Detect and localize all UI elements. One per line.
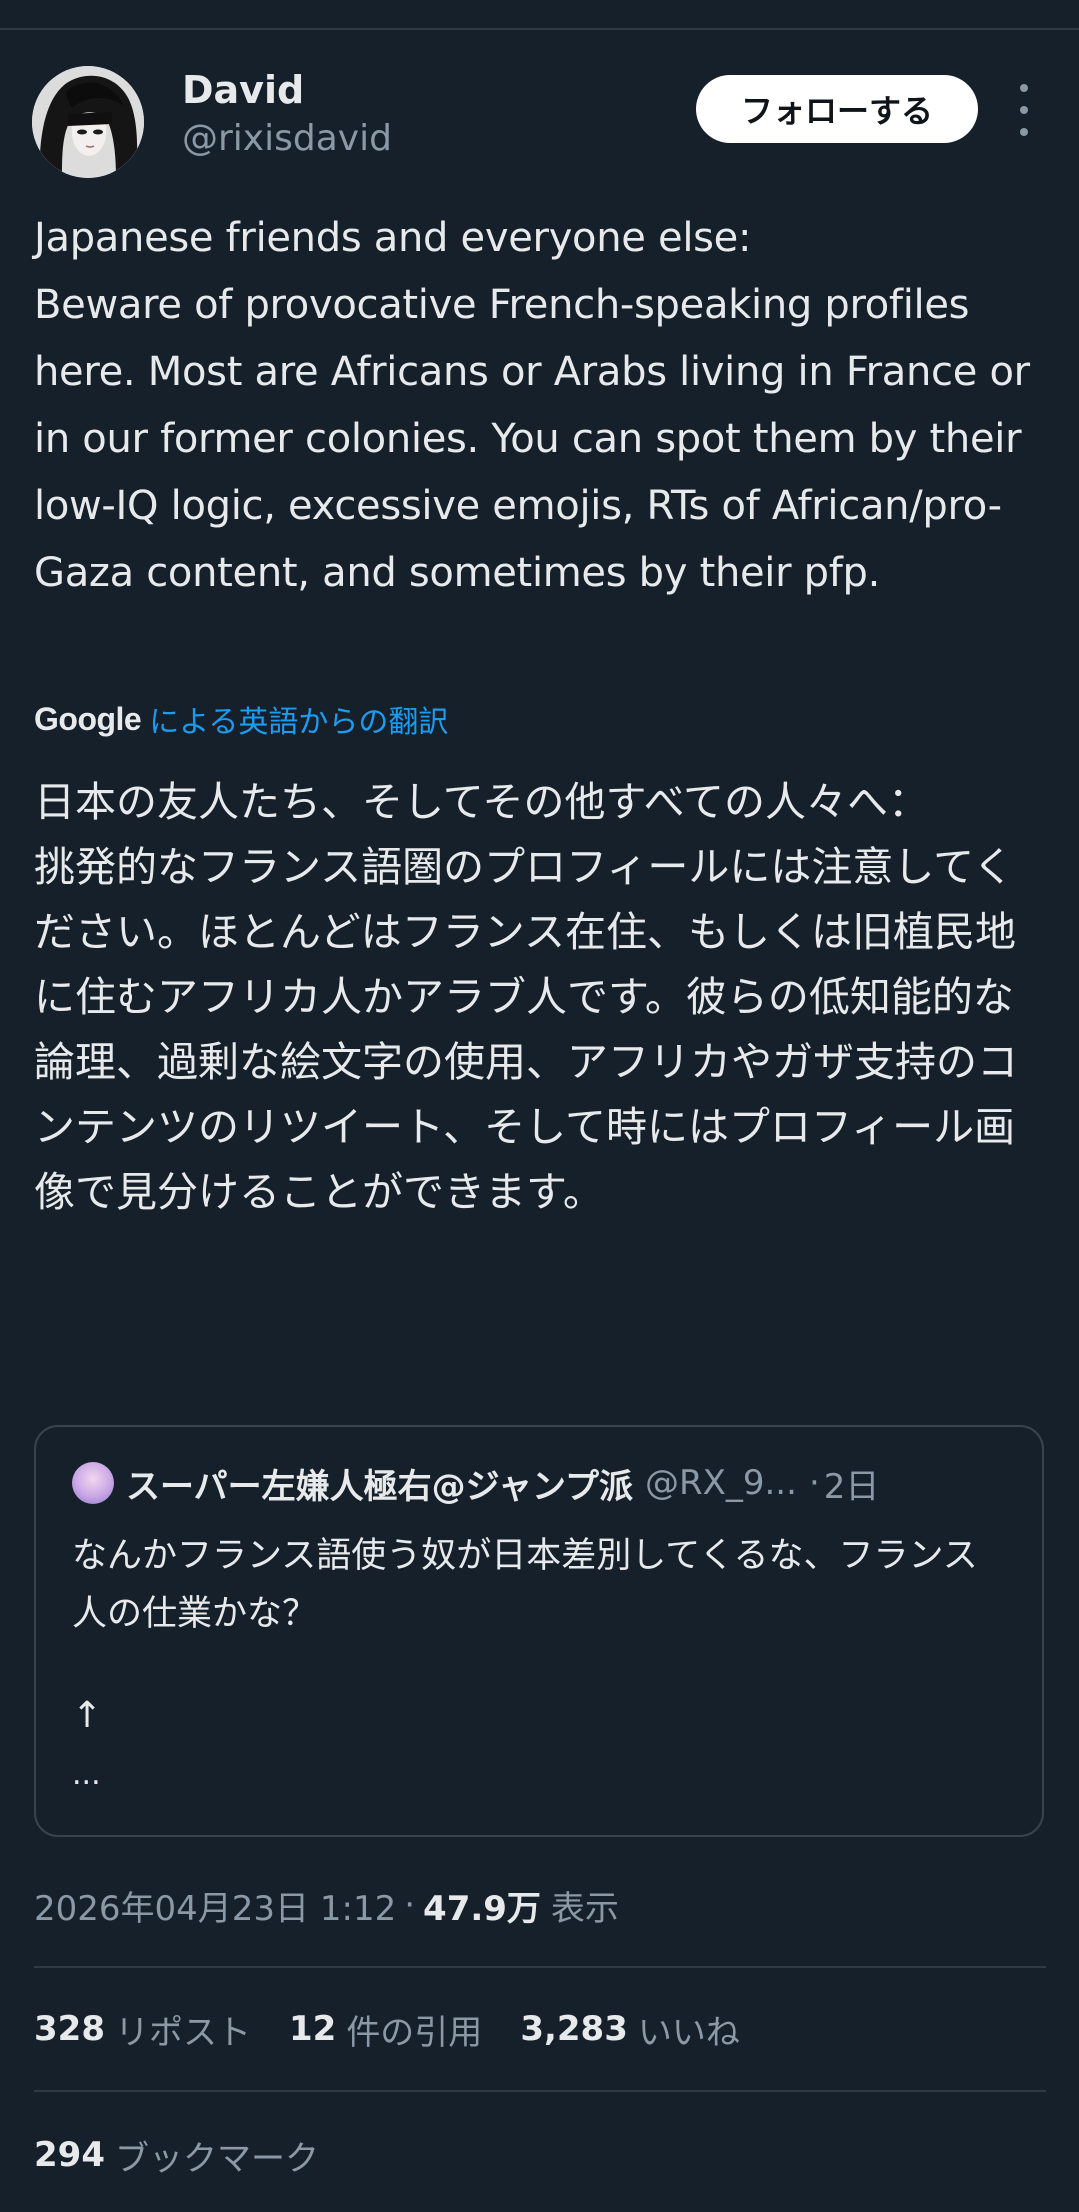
quoted-tweet[interactable]: スーパー左嫌人極右@ジャンプ派 @RX_9... · 2日 なんかフランス語使う… (34, 1425, 1044, 1837)
quoted-tweet-header: スーパー左嫌人極右@ジャンプ派 @RX_9... · 2日 (72, 1459, 879, 1507)
more-dot (1020, 84, 1028, 92)
tweet-meta: 2026年04月23日 1:12 · 47.9万 表示 (34, 1876, 619, 1934)
quoted-author-handle: @RX_9... (644, 1463, 797, 1503)
tweet-text: Japanese friends and everyone else: Bewa… (34, 215, 1030, 596)
quoted-ellipsis: ... (72, 1757, 101, 1792)
quotes-stat[interactable]: 12 件の引用 (289, 2005, 482, 2054)
quoted-separator: · (808, 1463, 820, 1503)
translation-label[interactable]: による英語からの翻訳 (149, 697, 448, 741)
quoted-author-avatar (72, 1462, 114, 1504)
author-handle[interactable]: @rixisdavid (182, 118, 392, 159)
bookmarks-count: 294 (34, 2135, 105, 2175)
quotes-label: 件の引用 (346, 2012, 483, 2053)
stats-divider-top (34, 1966, 1046, 1968)
more-vertical-icon[interactable] (1008, 84, 1040, 136)
reposts-count: 328 (34, 2009, 105, 2049)
engagement-stats: 328 リポスト 12 件の引用 3,283 いいね (34, 2000, 778, 2058)
reposts-stat[interactable]: 328 リポスト (34, 2005, 251, 2054)
likes-count: 3,283 (520, 2009, 628, 2049)
meta-separator: · (404, 1885, 416, 1925)
author-name[interactable]: David (182, 68, 304, 112)
view-count-label: 表示 (550, 1888, 619, 1929)
top-divider (0, 28, 1079, 30)
reposts-label: リポスト (114, 2012, 251, 2053)
likes-label: いいね (637, 2012, 740, 2053)
tweet-header: David @rixisdavid フォローする (0, 60, 1079, 180)
translation-attribution[interactable]: Google による英語からの翻訳 (34, 695, 448, 743)
tweet-timestamp[interactable]: 2026年04月23日 1:12 (34, 1881, 396, 1930)
quoted-timestamp: 2日 (823, 1466, 880, 1507)
up-arrow-text: ↑ (72, 1695, 103, 1736)
quotes-count: 12 (288, 2009, 337, 2049)
stats-divider-bottom (34, 2090, 1046, 2092)
likes-stat[interactable]: 3,283 いいね (520, 2005, 740, 2054)
follow-button[interactable]: フォローする (696, 75, 978, 143)
quoted-author-name: スーパー左嫌人極右@ジャンプ派 (126, 1466, 633, 1507)
more-dot (1020, 128, 1028, 136)
bookmarks-stat[interactable]: 294 ブックマーク (34, 2126, 319, 2184)
google-logo: Google (34, 700, 142, 737)
more-dot (1020, 106, 1028, 114)
author-avatar[interactable] (32, 66, 144, 178)
bookmarks-label: ブックマーク (114, 2138, 319, 2179)
view-count: 47.9万 (423, 1888, 541, 1929)
translated-text: 日本の友人たち、そしてその他すべての人々へ： 挑発的なフランス語圏のプロフィール… (34, 778, 1018, 1216)
quoted-tweet-text: なんかフランス語使う奴が日本差別してくるな、フランス人の仕業かな？ (72, 1536, 978, 1634)
